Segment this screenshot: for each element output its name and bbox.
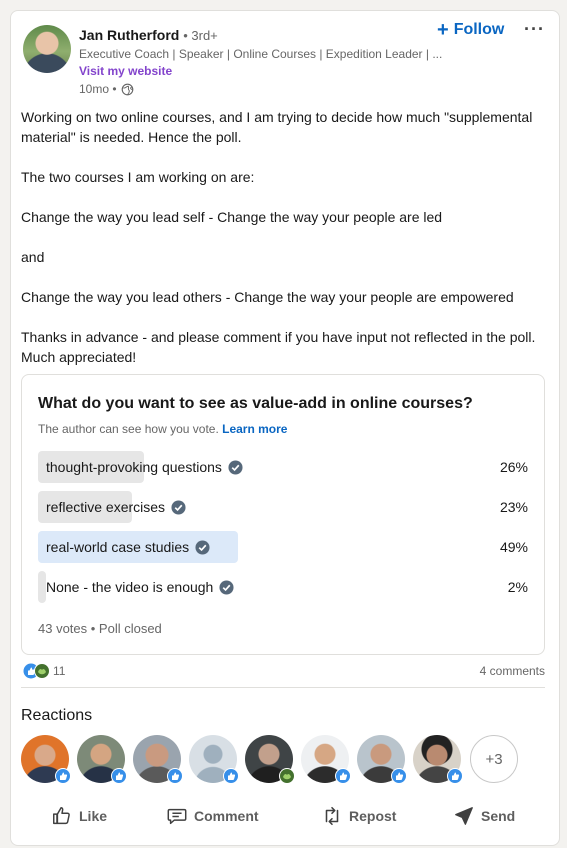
poll-option-percent: 2% <box>507 579 528 595</box>
like-label: Like <box>79 808 108 824</box>
like-reaction-icon <box>55 768 71 784</box>
post-paragraph: Change the way you lead self - Change th… <box>21 209 443 225</box>
follow-label: Follow <box>453 21 505 38</box>
check-circle-icon <box>219 579 234 595</box>
like-reaction-icon <box>335 768 351 784</box>
reactor-avatar[interactable] <box>357 735 407 784</box>
poll-option-percent: 26% <box>499 459 528 475</box>
comment-icon <box>167 808 187 825</box>
more-options-icon[interactable]: ··· <box>524 19 545 40</box>
globe-icon <box>121 83 133 95</box>
repost-button[interactable]: Repost <box>321 805 396 827</box>
poll-option-percent: 23% <box>499 499 528 515</box>
repost-label: Repost <box>349 808 397 824</box>
author-name-line[interactable]: Jan Rutherford • 3rd+ <box>79 27 218 43</box>
post-age: 10mo • <box>79 82 117 96</box>
post-card: Jan Rutherford • 3rd+ Executive Coach | … <box>10 10 560 846</box>
reactor-avatar[interactable] <box>301 735 351 784</box>
poll-option-bar <box>38 571 46 603</box>
poll-option-label-wrap: None - the video is enough <box>46 579 234 595</box>
reactor-avatar[interactable] <box>413 735 463 784</box>
poll-option-label: None - the video is enough <box>46 579 214 595</box>
post-paragraph: Working on two online courses, and I am … <box>21 109 533 145</box>
like-reaction-icon <box>111 768 127 784</box>
poll-option-label-wrap: thought-provoking questions <box>46 459 243 475</box>
plus-icon: + <box>437 19 449 41</box>
poll-option-label-wrap: reflective exercises <box>46 499 186 515</box>
poll-option-label: real-world case studies <box>46 539 190 555</box>
learn-more-link[interactable]: Learn more <box>222 422 287 436</box>
poll-option-label-wrap: real-world case studies <box>46 539 210 555</box>
divider <box>21 687 545 688</box>
post-paragraph: and <box>21 249 45 265</box>
reactions-title: Reactions <box>21 707 93 724</box>
comment-button[interactable]: Comment <box>166 805 259 827</box>
poll-option-label: reflective exercises <box>46 499 166 515</box>
author-name[interactable]: Jan Rutherford <box>79 27 179 43</box>
poll-note: The author can see how you vote. Learn m… <box>38 422 287 436</box>
poll: What do you want to see as value-add in … <box>21 374 545 655</box>
poll-option[interactable]: None - the video is enough 2% <box>38 571 528 603</box>
reactor-avatar[interactable] <box>133 735 183 784</box>
support-reaction-icon <box>279 768 295 784</box>
poll-option[interactable]: reflective exercises 23% <box>38 491 528 523</box>
send-label: Send <box>481 808 516 824</box>
like-button[interactable]: Like <box>51 805 107 827</box>
like-reaction-icon <box>447 768 463 784</box>
reactor-avatar[interactable] <box>245 735 295 784</box>
post-paragraph: The two courses I am working on are: <box>21 169 255 185</box>
connection-degree: • 3rd+ <box>183 28 218 43</box>
like-reaction-icon <box>167 768 183 784</box>
poll-option-label: thought-provoking questions <box>46 459 222 475</box>
support-reaction-icon <box>34 663 50 679</box>
post-paragraph: Thanks in advance - and please comment i… <box>21 329 536 365</box>
author-headline: Executive Coach | Speaker | Online Cours… <box>79 47 443 61</box>
post-paragraph: Change the way you lead others - Change … <box>21 289 514 305</box>
follow-button[interactable]: + Follow <box>437 19 505 41</box>
repost-icon <box>325 806 339 826</box>
send-button[interactable]: Send <box>453 805 515 827</box>
poll-option[interactable]: thought-provoking questions 26% <box>38 451 528 483</box>
reactor-avatar[interactable] <box>21 735 71 784</box>
like-reaction-icon <box>223 768 239 784</box>
like-reaction-icon <box>391 768 407 784</box>
check-circle-icon <box>171 499 186 515</box>
poll-option[interactable]: real-world case studies 49% <box>38 531 528 563</box>
reaction-icons[interactable] <box>23 663 50 679</box>
post-time: 10mo • <box>79 82 134 96</box>
reactor-avatar[interactable] <box>189 735 239 784</box>
reactor-avatar[interactable] <box>77 735 127 784</box>
comment-label: Comment <box>194 808 259 824</box>
post-text: Working on two online courses, and I am … <box>21 107 551 367</box>
poll-meta: 43 votes • Poll closed <box>38 621 162 636</box>
poll-note-text: The author can see how you vote. <box>38 422 219 436</box>
author-avatar[interactable] <box>23 25 71 73</box>
send-icon <box>455 807 473 825</box>
poll-option-percent: 49% <box>499 539 528 555</box>
check-circle-icon <box>228 459 243 475</box>
reaction-count[interactable]: 11 <box>53 664 65 678</box>
action-bar: Like Comment Repost Send <box>11 801 559 841</box>
thumbs-up-icon <box>53 807 70 825</box>
check-circle-icon <box>195 539 210 555</box>
website-link[interactable]: Visit my website <box>79 64 172 78</box>
more-reactors-button[interactable]: +3 <box>470 735 518 783</box>
social-counts: 11 4 comments <box>21 661 545 681</box>
comments-count[interactable]: 4 comments <box>480 664 545 678</box>
poll-question: What do you want to see as value-add in … <box>38 395 473 412</box>
